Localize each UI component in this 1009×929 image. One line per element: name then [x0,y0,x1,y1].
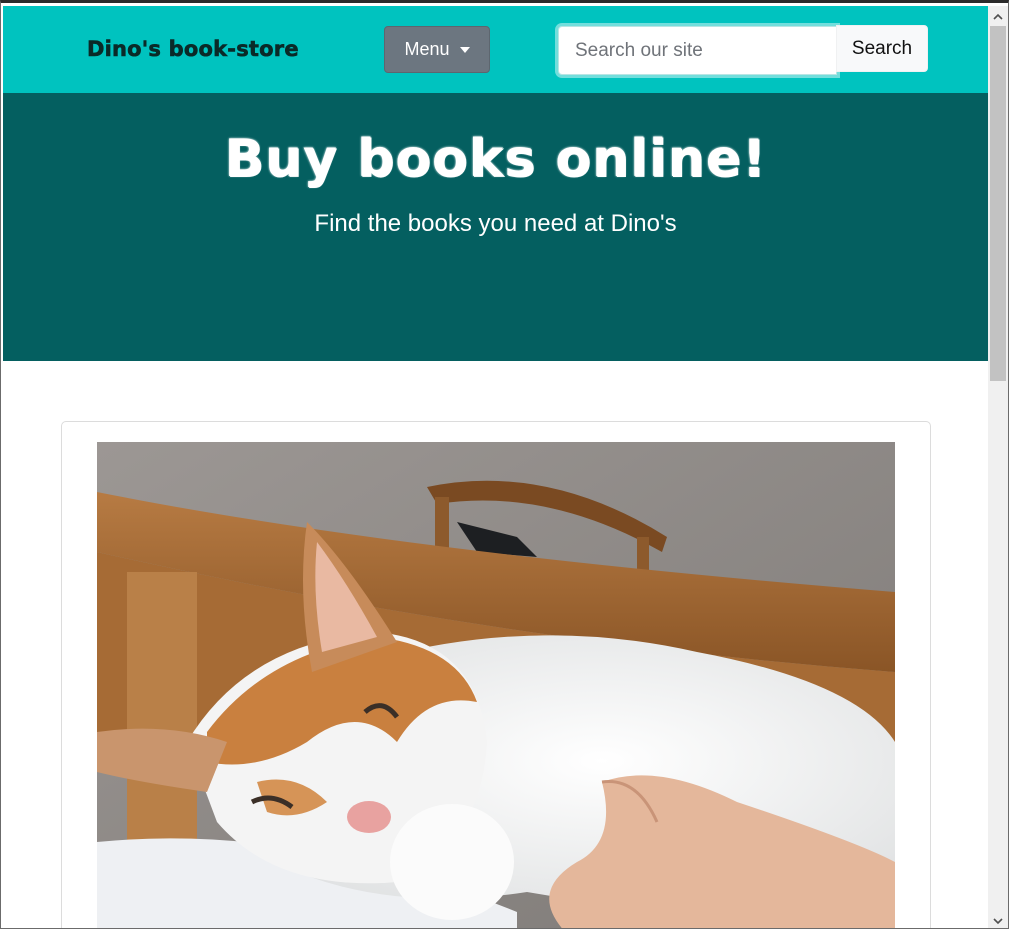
chevron-down-icon [459,46,470,53]
search-button[interactable]: Search [836,25,928,72]
chevron-down-icon[interactable] [988,911,1008,928]
cat-photo [97,442,895,928]
hero-banner: Buy books online! Find the books you nee… [3,93,988,361]
navbar: Dino's book-store Menu Search [3,6,988,93]
hero-subtitle: Find the books you need at Dino's [314,210,677,237]
search-input[interactable] [558,26,837,75]
menu-button-label: Menu [404,39,450,59]
menu-dropdown-button[interactable]: Menu [384,26,490,73]
cat-photo-illustration [97,442,895,928]
scrollbar-thumb[interactable] [990,26,1006,381]
chevron-up-icon[interactable] [988,6,1008,26]
vertical-scrollbar[interactable] [988,6,1008,928]
hero-title: Buy books online! [224,129,767,189]
browser-viewport: Dino's book-store Menu Search Buy books … [0,0,1009,929]
brand-logo[interactable]: Dino's book-store [87,37,299,62]
content-card [61,421,931,928]
